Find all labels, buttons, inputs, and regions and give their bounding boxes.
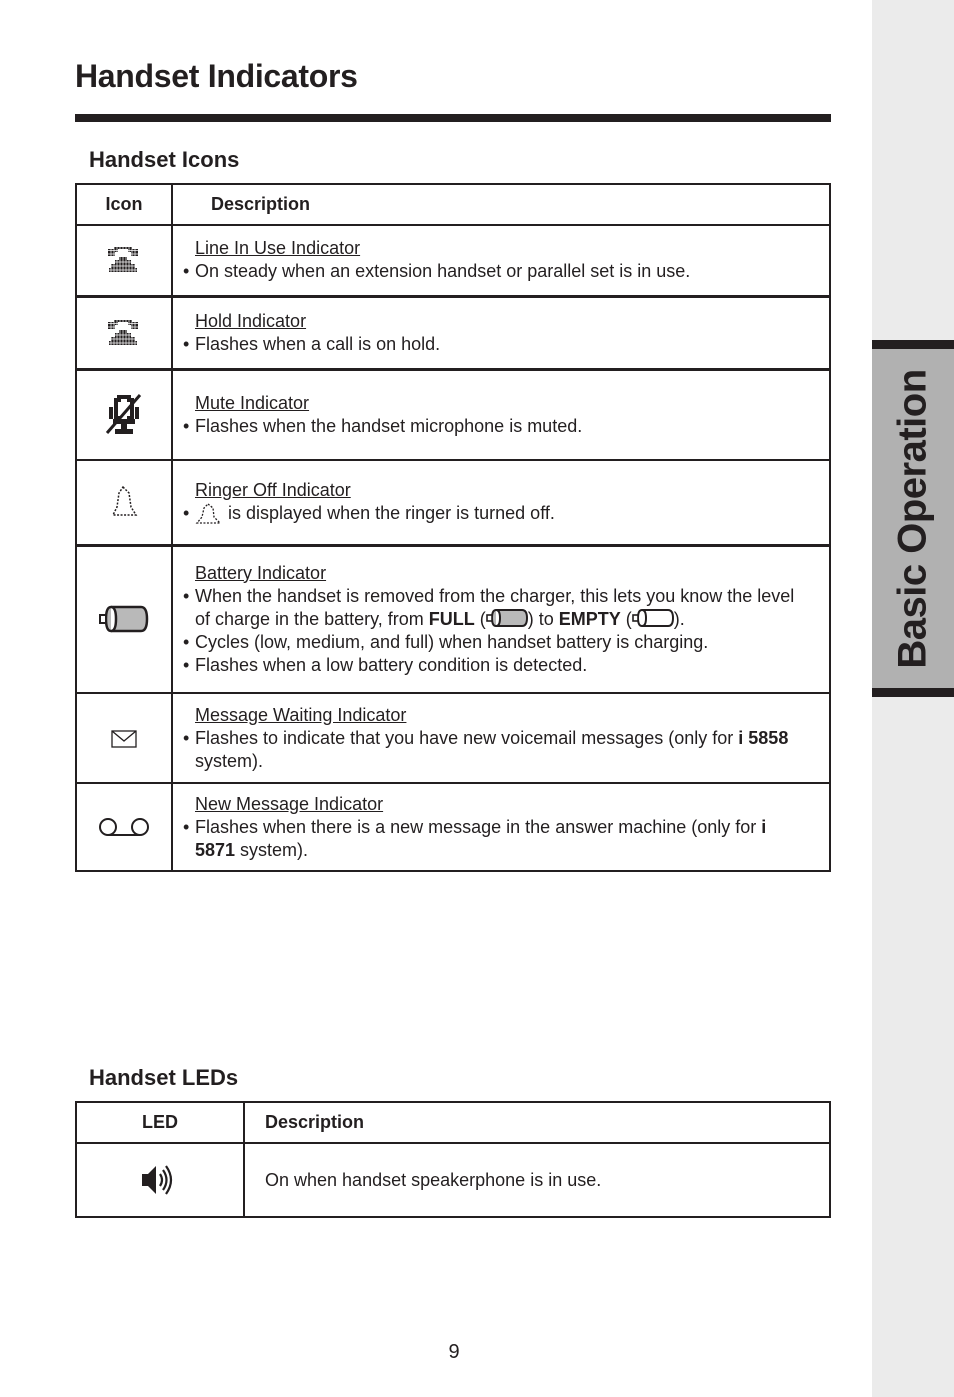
handset-icons-table: Icon Description Line In Use Indicator •… [75,183,831,872]
chapter-tab-label: Basic Operation [890,368,935,669]
table-row: On when handset speakerphone is in use. [75,1142,831,1218]
indicator-description: Flashes when the handset microphone is m… [195,415,583,436]
battery-icon [99,606,149,633]
battery-full-icon [485,608,528,629]
side-margin [872,0,954,1397]
table-row: New Message Indicator • Flashes when the… [75,782,831,872]
header-description: Description [171,183,831,226]
indicator-name: Line In Use Indicator [195,238,361,259]
hold-icon [108,319,140,346]
indicator-name: Mute Indicator [195,392,310,413]
header-description: Description [243,1101,831,1144]
ringer-off-icon [109,486,139,516]
battery-empty-icon [631,608,674,629]
line-in-use-icon [108,247,140,274]
table-row: Message Waiting Indicator • Flashes to i… [75,692,831,784]
indicator-description: Flashes when a low battery condition is … [195,654,588,675]
empty-label: EMPTY [558,608,621,629]
indicator-description: When the handset is removed from the cha… [195,585,795,629]
ringer-off-inline-icon [195,503,228,525]
indicator-description: is displayed when the ringer is turned o… [228,503,555,524]
mute-icon [104,393,144,434]
table-header-row: Icon Description [75,183,831,226]
handset-leds-table: LED Description On when handset speakerp… [75,1101,831,1218]
page-title: Handset Indicators [75,58,358,94]
indicator-name: New Message Indicator [195,793,384,814]
table-row: Line In Use Indicator • On steady when an… [75,224,831,297]
indicator-description: Cycles (low, medium, and full) when hand… [195,631,709,652]
table-row: Mute Indicator • Flashes when the handset… [75,367,831,461]
led-description: On when handset speakerphone is in use. [243,1142,831,1218]
indicator-description: Flashes when there is a new message in t… [195,816,767,860]
chapter-tab: Basic Operation [872,340,954,697]
indicator-description: Flashes when a call is on hold. [195,333,441,354]
indicator-description: Flashes to indicate that you have new vo… [195,727,789,771]
table-row: Battery Indicator • When the handset is … [75,543,831,694]
model-number: i 5858 [738,727,789,748]
message-waiting-icon [111,728,137,748]
indicator-description: On steady when an extension handset or p… [195,261,691,282]
indicator-name: Message Waiting Indicator [195,704,407,725]
speakerphone-icon [140,1165,180,1195]
indicator-name: Hold Indicator [195,310,307,331]
new-message-icon [98,816,150,837]
header-led: LED [75,1101,245,1144]
full-label: FULL [428,608,475,629]
section-title-handset-icons: Handset Icons [89,147,240,172]
table-row: Hold Indicator • Flashes when a call is o… [75,294,831,370]
header-icon: Icon [75,183,173,226]
indicator-name: Battery Indicator [195,562,327,583]
indicator-name: Ringer Off Indicator [195,480,351,501]
table-header-row: LED Description [75,1101,831,1144]
title-rule [75,114,831,122]
table-row: Ringer Off Indicator • is displayed when… [75,459,831,546]
page-number: 9 [448,1341,460,1363]
section-title-handset-leds: Handset LEDs [89,1065,239,1090]
